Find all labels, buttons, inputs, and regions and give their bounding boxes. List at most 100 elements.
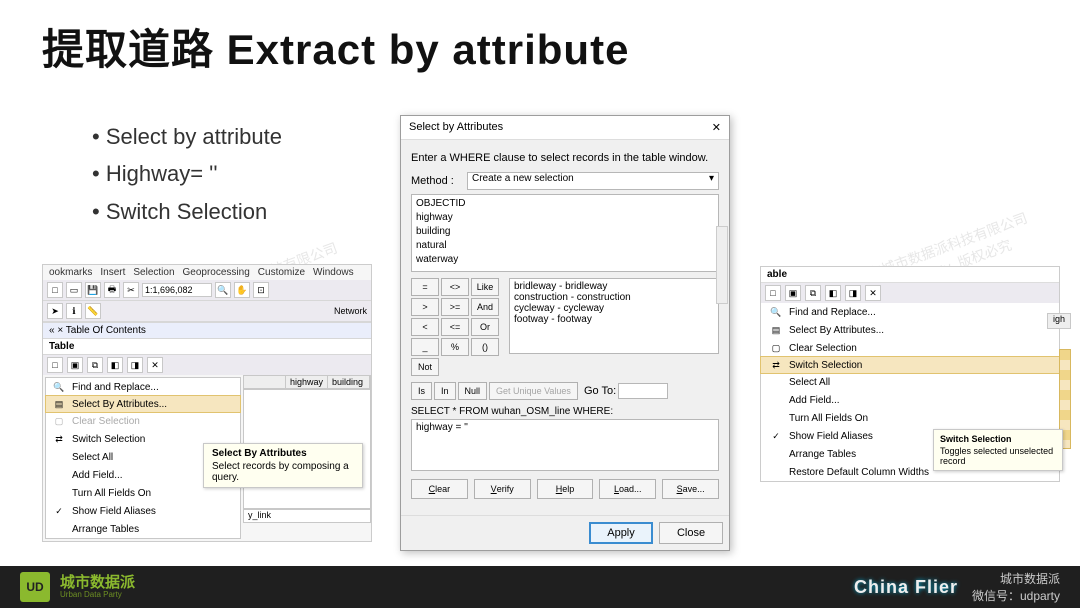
zoom-icon[interactable]: 🔍: [215, 282, 231, 298]
measure-icon[interactable]: 📏: [85, 303, 101, 319]
menu-item-select-by-attributes[interactable]: ▤Select By Attributes...: [761, 321, 1059, 339]
operator-button[interactable]: _: [411, 338, 439, 356]
toc-collapse-icon[interactable]: « ×: [49, 325, 63, 336]
field-item[interactable]: natural: [416, 239, 714, 253]
switch-sel-icon[interactable]: ◧: [825, 285, 841, 301]
col-header-fragment[interactable]: igh: [1047, 313, 1071, 329]
table-options-icon[interactable]: □: [47, 357, 63, 373]
nav-toolbar[interactable]: ➤ ℹ 📏 Network: [43, 301, 371, 322]
identify-icon[interactable]: ℹ: [66, 303, 82, 319]
save-button[interactable]: Save...: [662, 479, 719, 499]
main-toolbar[interactable]: □ ▭ 💾 🖶 ✂ 🔍 ✋ ⊡: [43, 280, 371, 301]
unique-values-list[interactable]: bridleway - bridlewayconstruction - cons…: [509, 278, 719, 354]
menu-geoprocessing[interactable]: Geoprocessing: [183, 267, 250, 278]
op-null-button[interactable]: Null: [458, 382, 488, 400]
table-options-icon[interactable]: □: [765, 285, 781, 301]
menu-item-label: Switch Selection: [789, 360, 862, 371]
get-unique-values-button[interactable]: Get Unique Values: [489, 382, 578, 400]
method-select[interactable]: Create a new selection ▾: [467, 172, 719, 190]
table-toolbar[interactable]: □ ▣ ⧉ ◧ ◨ ✕: [43, 355, 371, 375]
pan-icon[interactable]: ✋: [234, 282, 250, 298]
where-expression-input[interactable]: highway = '': [411, 419, 719, 471]
select-by-attr-icon[interactable]: ⧉: [805, 285, 821, 301]
load-button[interactable]: Load...: [599, 479, 656, 499]
operator-button[interactable]: Or: [471, 318, 499, 336]
value-item[interactable]: footway - footway: [514, 314, 714, 325]
open-icon[interactable]: ▭: [66, 282, 82, 298]
table-column-headers[interactable]: highway building: [243, 375, 371, 389]
op-in-button[interactable]: In: [434, 382, 456, 400]
scrollbar[interactable]: [716, 226, 728, 304]
clear-sel-icon[interactable]: ◨: [845, 285, 861, 301]
related-tables-icon[interactable]: ▣: [67, 357, 83, 373]
field-list[interactable]: OBJECTIDhighwaybuildingnaturalwaterway: [411, 194, 719, 272]
menu-item-all-fields-on[interactable]: Turn All Fields On: [761, 409, 1059, 427]
operator-button[interactable]: <=: [441, 318, 469, 336]
related-tables-icon[interactable]: ▣: [785, 285, 801, 301]
operator-button[interactable]: %: [441, 338, 469, 356]
toc-header[interactable]: « × Table Of Contents: [43, 322, 371, 339]
field-item[interactable]: highway: [416, 211, 714, 225]
close-button[interactable]: Close: [659, 522, 723, 544]
help-button[interactable]: Help: [537, 479, 594, 499]
menu-item-find-replace[interactable]: 🔍Find and Replace...: [761, 303, 1059, 321]
map-scale-input[interactable]: [142, 283, 212, 297]
value-item[interactable]: bridleway - bridleway: [514, 281, 714, 292]
network-label: Network: [334, 306, 367, 316]
apply-button[interactable]: Apply: [589, 522, 653, 544]
select-by-attr-icon[interactable]: ⧉: [87, 357, 103, 373]
new-icon[interactable]: □: [47, 282, 63, 298]
operator-button[interactable]: =: [411, 278, 439, 296]
operator-button[interactable]: >=: [441, 298, 469, 316]
operator-button[interactable]: And: [471, 298, 499, 316]
menu-item-find-replace[interactable]: 🔍Find and Replace...: [46, 378, 240, 396]
full-extent-icon[interactable]: ⊡: [253, 282, 269, 298]
field-item[interactable]: OBJECTID: [416, 197, 714, 211]
arrow-icon[interactable]: ➤: [47, 303, 63, 319]
close-icon[interactable]: ✕: [865, 285, 881, 301]
col-blank[interactable]: [244, 376, 286, 388]
menu-item-switch-selection[interactable]: ⇄Switch Selection: [760, 356, 1060, 374]
table-toolbar-right[interactable]: □ ▣ ⧉ ◧ ◨ ✕: [761, 283, 1059, 303]
cut-icon[interactable]: ✂: [123, 282, 139, 298]
close-icon[interactable]: ✕: [147, 357, 163, 373]
operator-button[interactable]: <>: [441, 278, 469, 296]
verify-button[interactable]: Verify: [474, 479, 531, 499]
col-highway[interactable]: highway: [286, 376, 328, 388]
operator-button[interactable]: Not: [411, 358, 439, 376]
operator-grid[interactable]: =<>Like >>=And <<=Or _%() Not: [411, 278, 499, 376]
menu-insert[interactable]: Insert: [100, 267, 125, 278]
menu-item-add-field[interactable]: Add Field...: [761, 391, 1059, 409]
menu-item-clear-selection[interactable]: ▢Clear Selection: [761, 339, 1059, 357]
field-item[interactable]: waterway: [416, 253, 714, 267]
select-by-attributes-icon: ▤: [52, 399, 66, 410]
value-item[interactable]: cycleway - cycleway: [514, 303, 714, 314]
menu-item-label: Select All: [72, 452, 113, 463]
menu-item-label: Select All: [789, 377, 830, 388]
value-item[interactable]: construction - construction: [514, 292, 714, 303]
menu-selection[interactable]: Selection: [133, 267, 174, 278]
op-is-button[interactable]: Is: [411, 382, 432, 400]
chevron-down-icon[interactable]: ▾: [709, 173, 714, 184]
operator-button[interactable]: <: [411, 318, 439, 336]
menu-item-select-all[interactable]: Select All: [761, 373, 1059, 391]
goto-input[interactable]: [618, 383, 668, 399]
dialog-close-icon[interactable]: ✕: [712, 121, 721, 134]
col-building[interactable]: building: [328, 376, 370, 388]
menu-item-select-by-attributes[interactable]: ▤Select By Attributes...: [45, 395, 241, 413]
operator-button[interactable]: >: [411, 298, 439, 316]
menu-bookmarks[interactable]: ookmarks: [49, 267, 92, 278]
menu-item-show-aliases[interactable]: ✓Show Field Aliases: [46, 502, 240, 520]
operator-button[interactable]: Like: [471, 278, 499, 296]
clear-button[interactable]: Clear: [411, 479, 468, 499]
menu-item-arrange-tables[interactable]: Arrange Tables: [46, 520, 240, 538]
app-menubar[interactable]: ookmarks Insert Selection Geoprocessing …: [43, 265, 371, 280]
clear-sel-icon[interactable]: ◨: [127, 357, 143, 373]
menu-customize[interactable]: Customize: [258, 267, 305, 278]
save-icon[interactable]: 💾: [85, 282, 101, 298]
menu-windows[interactable]: Windows: [313, 267, 354, 278]
operator-button[interactable]: (): [471, 338, 499, 356]
print-icon[interactable]: 🖶: [104, 282, 120, 298]
switch-sel-icon[interactable]: ◧: [107, 357, 123, 373]
field-item[interactable]: building: [416, 225, 714, 239]
